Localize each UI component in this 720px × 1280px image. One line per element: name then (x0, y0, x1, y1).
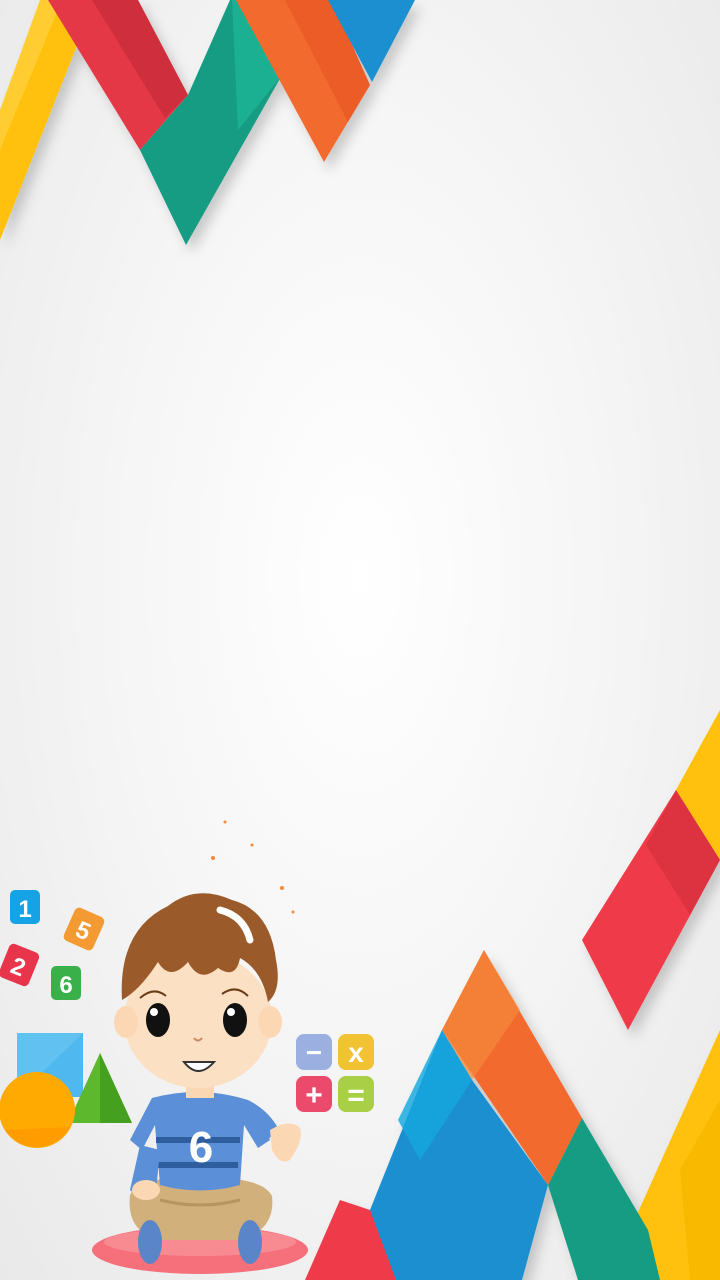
shirt-number: 6 (189, 1123, 213, 1172)
left-shoe (138, 1220, 162, 1264)
right-ear (258, 1006, 282, 1038)
waving-hand (270, 1123, 301, 1162)
left-ear (114, 1006, 138, 1038)
right-shoe (238, 1220, 262, 1264)
splash-screen: 1 5 2 6 − x + = 6 (0, 0, 720, 1280)
resting-hand (132, 1180, 160, 1200)
boy-character-illustration: 6 (92, 820, 308, 1274)
right-eye (223, 1003, 247, 1037)
left-eye (146, 1003, 170, 1037)
